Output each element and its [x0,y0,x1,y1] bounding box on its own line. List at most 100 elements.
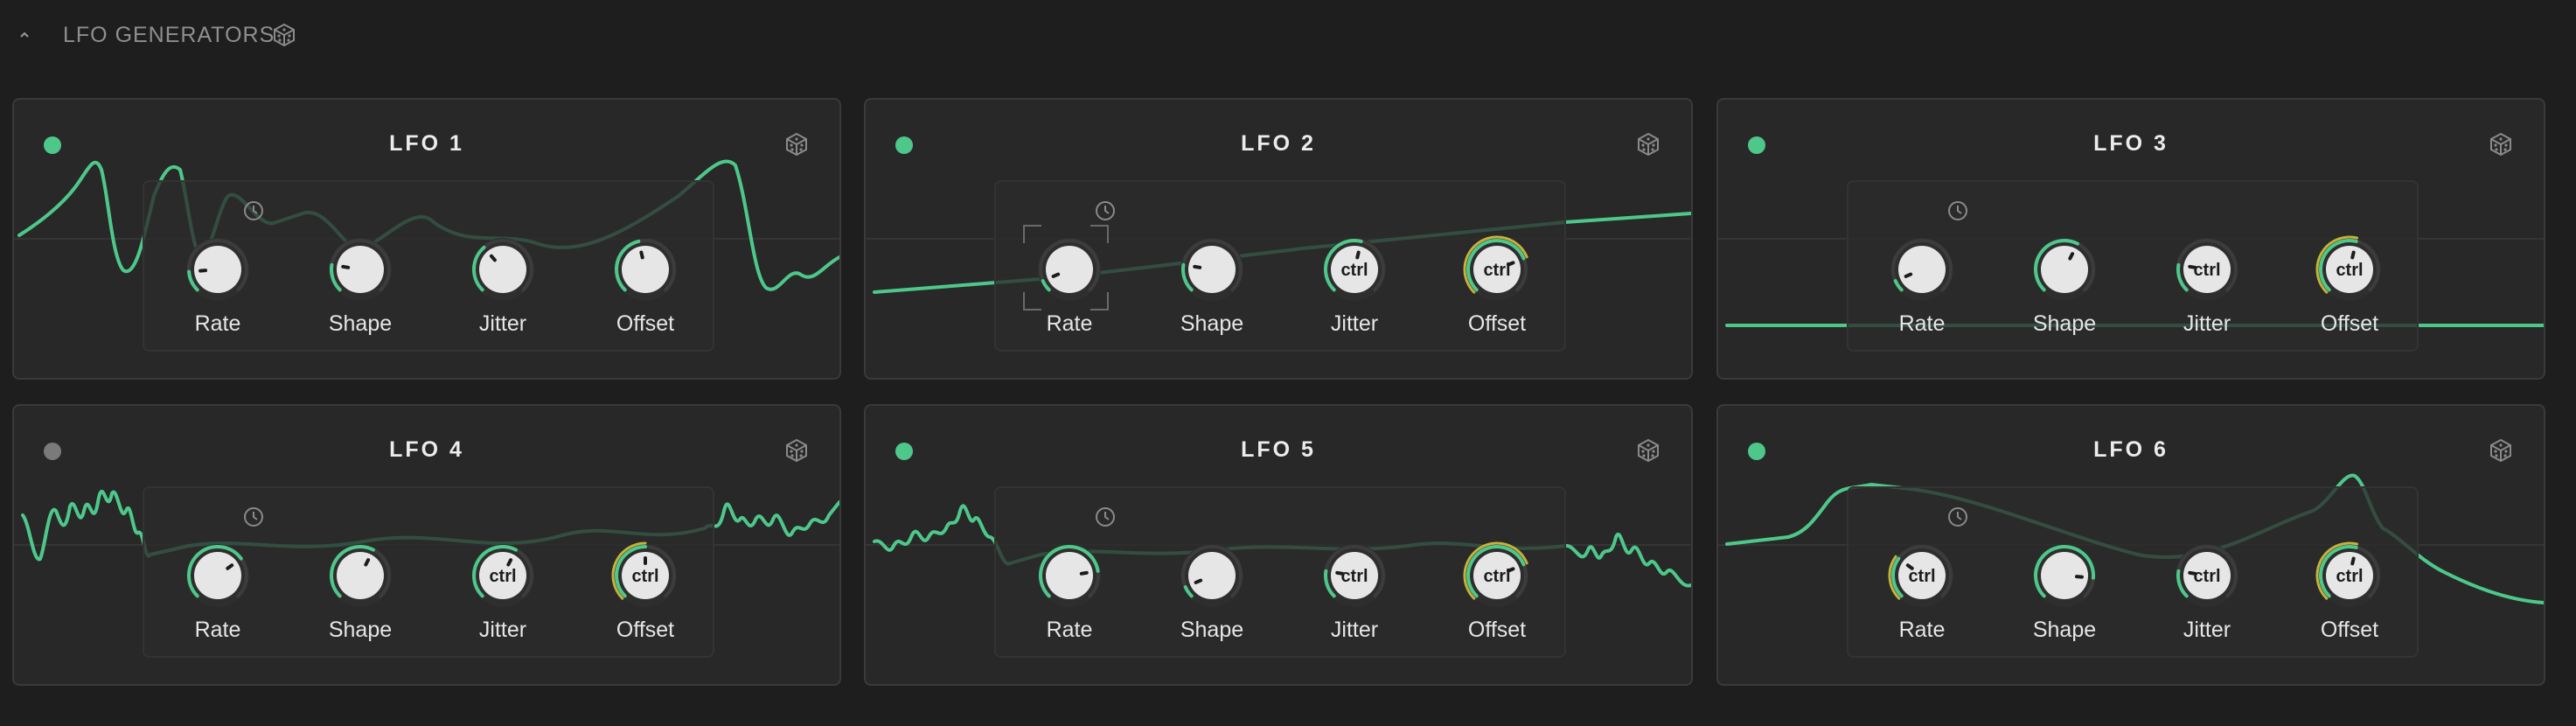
dice-icon[interactable] [1635,437,1661,464]
section-title: LFO GENERATORS [63,23,275,47]
shape-knob[interactable] [325,541,395,611]
chevron-up-icon[interactable] [16,26,33,44]
lfo-controls: ctrl Rate Shape ctrl Jitter ctrl Offset [1847,486,2419,658]
offset-knob[interactable]: ctrl [2315,234,2385,304]
clock-icon[interactable] [1094,506,1117,528]
lfo-title: LFO 2 [1241,131,1316,156]
rate-knob-group: Rate [1869,234,1974,339]
knob-ctrl-text: ctrl [1340,261,1368,280]
offset-label: Offset [2320,618,2379,642]
jitter-knob-group: ctrl Jitter [450,541,555,646]
shape-knob-group: Shape [2012,234,2117,339]
jitter-knob-group: ctrl Jitter [2155,234,2259,339]
clock-icon[interactable] [242,199,265,222]
lfo-title: LFO 6 [2093,437,2169,462]
offset-label: Offset [1467,311,1527,336]
shape-label: Shape [1180,311,1244,336]
offset-knob[interactable]: ctrl [1462,234,1532,304]
clock-icon[interactable] [1946,506,1969,528]
offset-knob[interactable]: ctrl [610,541,680,611]
jitter-label: Jitter [1330,311,1379,336]
jitter-knob-group: Jitter [450,234,555,339]
rate-knob[interactable] [1887,234,1957,304]
rate-label: Rate [194,311,241,336]
offset-knob-group: ctrl Offset [593,541,698,646]
shape-knob[interactable] [2029,234,2099,304]
lfo-controls: Rate Shape ctrl Jitter ctrl Offset [994,180,1566,352]
offset-label: Offset [2320,311,2379,336]
clock-icon[interactable] [1946,199,1969,222]
rate-knob[interactable]: ctrl [1887,541,1957,611]
shape-knob-group: Shape [1159,541,1264,646]
jitter-knob[interactable]: ctrl [468,541,538,611]
shape-knob-group: Shape [308,541,413,646]
dice-icon[interactable] [2488,437,2514,464]
lfo-panel: LFO 5 Rate Shape ctrl Jitter ctrl Offset [864,404,1693,686]
shape-knob-group: Shape [2012,541,2117,646]
lfo-section-header: LFO GENERATORS [0,0,2576,73]
shape-knob[interactable] [325,234,395,304]
dice-icon[interactable] [2488,131,2514,157]
dice-icon[interactable] [271,22,297,48]
jitter-knob-group: ctrl Jitter [1302,541,1407,646]
lfo-title: LFO 5 [1241,437,1316,462]
rate-label: Rate [1898,311,1946,336]
lfo-title: LFO 4 [389,437,464,462]
shape-knob[interactable] [1177,541,1247,611]
shape-label: Shape [2032,618,2097,642]
offset-knob-group: Offset [593,234,698,339]
shape-knob-group: Shape [1159,234,1264,339]
knob-ctrl-text: ctrl [1908,567,1935,586]
offset-label: Offset [616,311,675,336]
rate-knob[interactable] [183,234,253,304]
rate-knob[interactable] [1034,541,1104,611]
rate-knob-group: Rate [165,541,270,646]
knob-ctrl-text: ctrl [2193,567,2220,586]
offset-label: Offset [616,618,675,642]
knob-ctrl-text: ctrl [1483,261,1510,280]
jitter-label: Jitter [478,311,527,336]
dice-icon[interactable] [783,437,810,464]
shape-label: Shape [2032,311,2097,336]
rate-knob-group: Rate [1017,541,1122,646]
clock-icon[interactable] [1094,199,1117,222]
offset-knob[interactable]: ctrl [2315,541,2385,611]
offset-knob[interactable] [610,234,680,304]
jitter-knob[interactable]: ctrl [1319,541,1389,611]
rate-knob[interactable] [1034,234,1104,304]
clock-icon[interactable] [242,506,265,528]
shape-label: Shape [328,618,393,642]
rate-knob[interactable] [183,541,253,611]
lfo-controls: Rate Shape Jitter Offset [143,180,714,352]
shape-label: Shape [328,311,393,336]
dice-icon[interactable] [1635,131,1661,157]
offset-knob-group: ctrl Offset [2297,541,2402,646]
shape-knob[interactable] [1177,234,1247,304]
shape-knob[interactable] [2029,541,2099,611]
shape-label: Shape [1180,618,1244,642]
jitter-label: Jitter [2183,311,2231,336]
knob-ctrl-text: ctrl [2193,261,2220,280]
dice-icon[interactable] [783,131,810,157]
jitter-knob[interactable]: ctrl [1319,234,1389,304]
jitter-knob[interactable]: ctrl [2172,234,2242,304]
offset-knob[interactable]: ctrl [1462,541,1532,611]
jitter-label: Jitter [478,618,527,642]
offset-knob-group: ctrl Offset [2297,234,2402,339]
jitter-knob[interactable]: ctrl [2172,541,2242,611]
lfo-panel: LFO 3 Rate Shape ctrl Jitter ctrl Offset [1716,98,2545,380]
rate-label: Rate [1046,618,1093,642]
rate-label: Rate [1898,618,1946,642]
offset-label: Offset [1467,618,1527,642]
lfo-panel: LFO 6 ctrl Rate Shape ctrl Jitter ctrl Offset [1716,404,2545,686]
jitter-knob[interactable] [468,234,538,304]
lfo-title: LFO 3 [2093,131,2169,156]
rate-label: Rate [1046,311,1093,336]
lfo-panel: LFO 2 Rate Shape ctrl Jitter ctrl Offset [864,98,1693,380]
lfo-controls: Rate Shape ctrl Jitter ctrl Offset [994,486,1566,658]
rate-knob-group: ctrl Rate [1869,541,1974,646]
jitter-label: Jitter [1330,618,1379,642]
knob-ctrl-text: ctrl [1483,567,1510,586]
knob-ctrl-text: ctrl [2336,261,2363,280]
knob-ctrl-text: ctrl [1340,567,1368,586]
